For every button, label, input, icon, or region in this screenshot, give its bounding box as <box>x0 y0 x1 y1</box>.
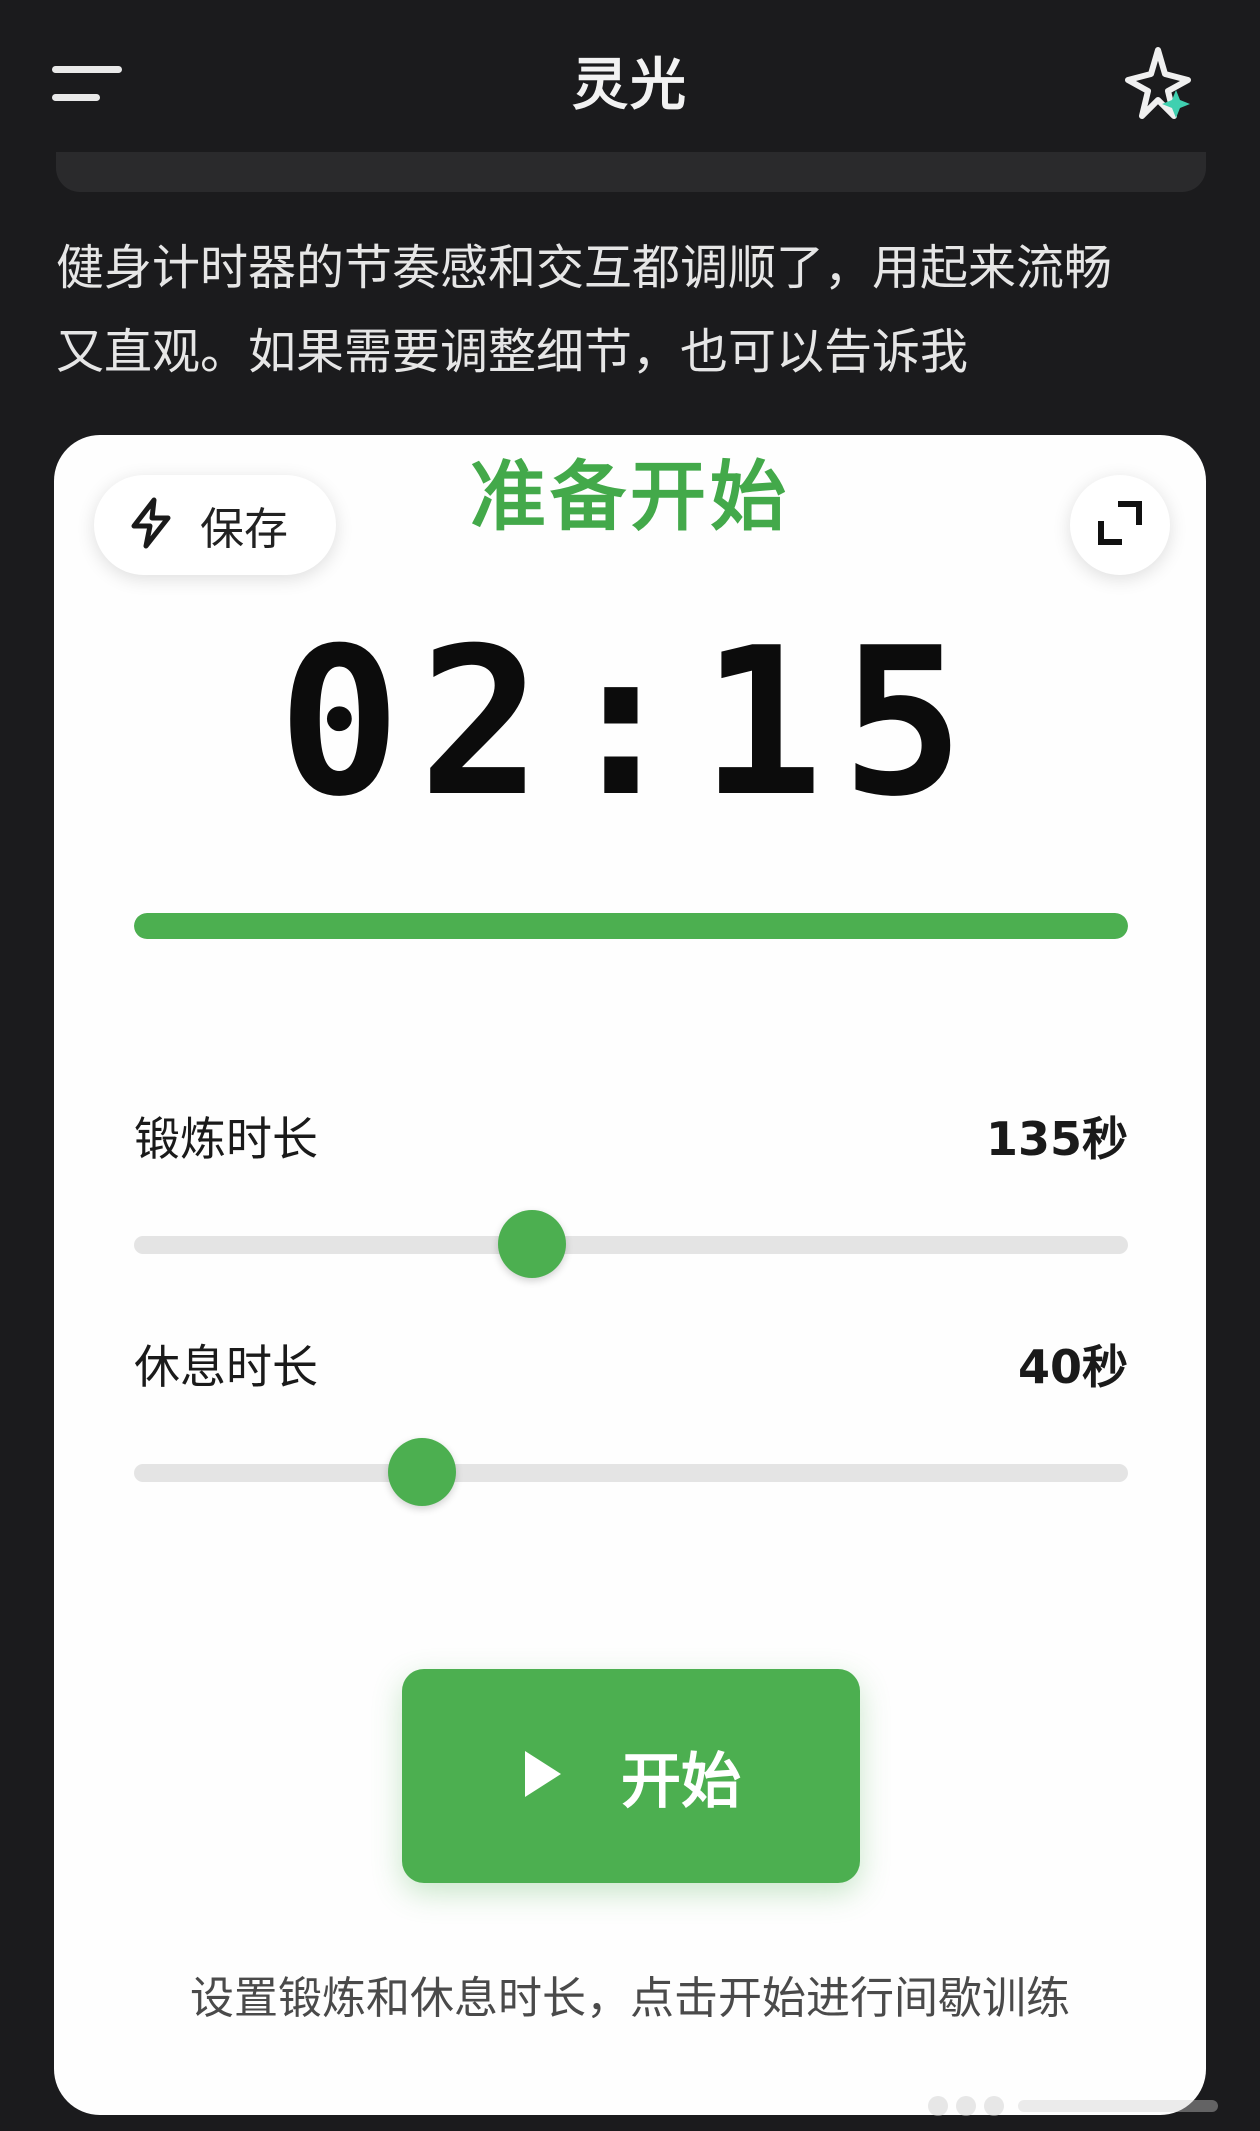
top-bar: 灵光 <box>0 0 1260 160</box>
timer-card: 保存 准备开始 02:15 锻炼时长 135秒 休息时长 40秒 开始 设置锻炼… <box>54 435 1206 2115</box>
assistant-message: 健身计时器的节奏感和交互都调顺了，用起来流畅 又直观。如果需要调整细节，也可以告… <box>56 226 1216 394</box>
expand-button[interactable] <box>1070 475 1170 575</box>
start-label: 开始 <box>621 1746 741 1817</box>
message-line: 又直观。如果需要调整细节，也可以告诉我 <box>56 324 969 380</box>
progress-bar <box>134 913 1128 939</box>
rest-value: 40秒 <box>1017 1340 1128 1394</box>
previous-message-edge <box>56 152 1206 192</box>
rest-label: 休息时长 <box>134 1340 318 1394</box>
hint-text: 设置锻炼和休息时长，点击开始进行间歇训练 <box>190 1973 1070 2024</box>
play-icon <box>521 1749 565 1803</box>
message-line: 健身计时器的节奏感和交互都调顺了，用起来流畅 <box>56 240 1113 296</box>
slider-track <box>134 1464 1128 1482</box>
app-title: 灵光 <box>572 53 688 118</box>
start-button[interactable]: 开始 <box>402 1669 860 1883</box>
progress-fill <box>134 913 1128 939</box>
slider-thumb[interactable] <box>388 1438 457 1506</box>
slider-thumb[interactable] <box>497 1210 566 1278</box>
exercise-value: 135秒 <box>985 1112 1128 1166</box>
exercise-label: 锻炼时长 <box>134 1112 318 1166</box>
sparkle-icon[interactable] <box>1118 44 1198 124</box>
expand-icon <box>1095 498 1145 552</box>
slider-track <box>134 1236 1128 1254</box>
rest-slider[interactable] <box>134 1438 1128 1508</box>
exercise-slider[interactable] <box>134 1210 1128 1280</box>
watermark <box>918 2092 1248 2120</box>
status-title: 准备开始 <box>470 452 790 541</box>
timer-display: 02:15 <box>277 605 983 842</box>
